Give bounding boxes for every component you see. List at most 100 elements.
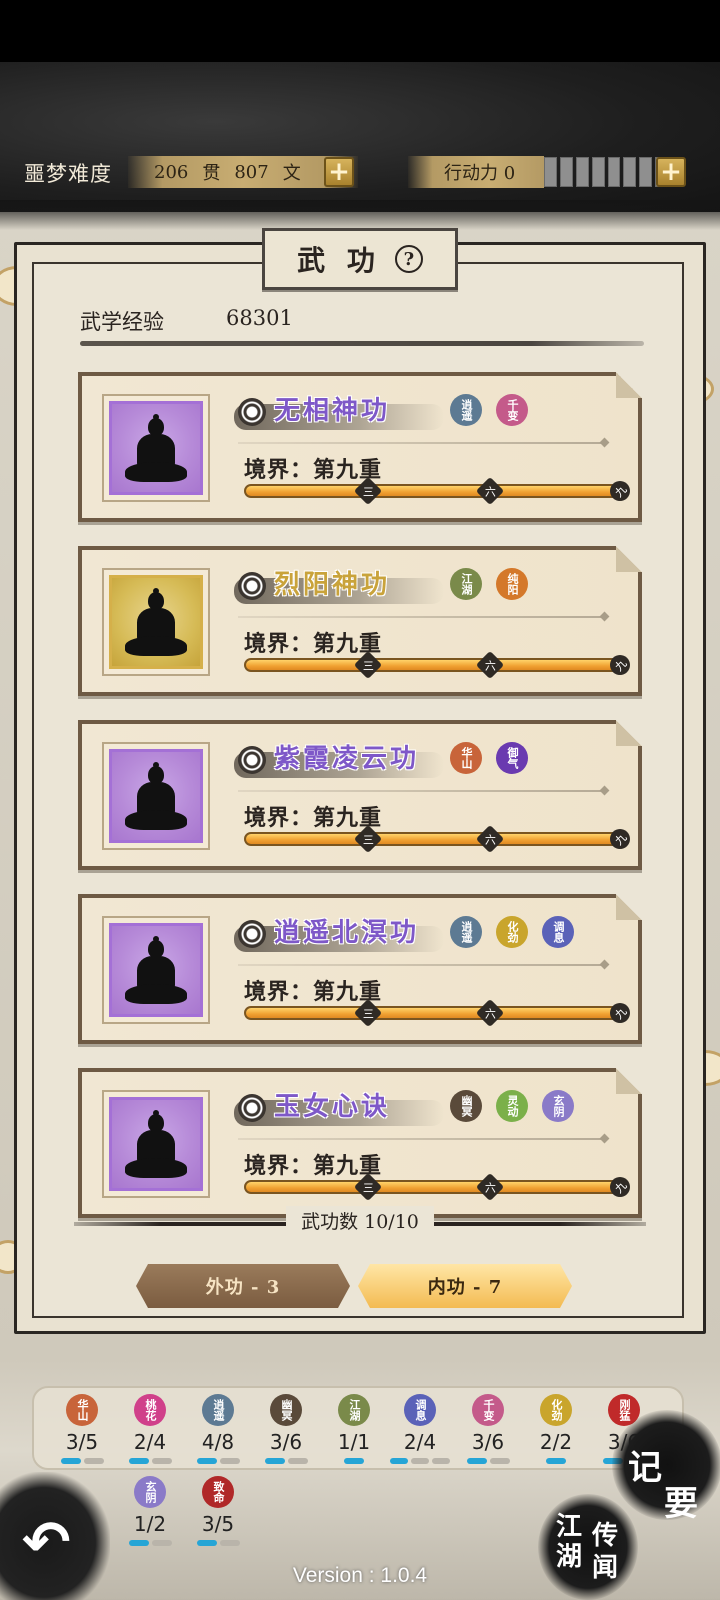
skill-tags: 江湖 纯阳 (450, 568, 528, 600)
page-fold (616, 546, 642, 572)
skill-portrait (102, 742, 210, 850)
skill-realm: 境界：第九重 (244, 1153, 383, 1179)
skill-card[interactable]: 逍遥北溟功 逍遥 化劲 调息 境界：第九重 三 六 九 (78, 894, 642, 1044)
attribute-item[interactable]: 逍遥 4/8 (188, 1394, 248, 1464)
divider (238, 616, 604, 618)
panel-title-text: 武 功 (297, 244, 381, 277)
page-fold (616, 1068, 642, 1094)
attribute-pips (390, 1458, 450, 1464)
divider (238, 964, 604, 966)
inner-skill-icon (238, 572, 266, 600)
attribute-item[interactable]: 桃花 2/4 (120, 1394, 180, 1464)
progress-marker: 九 (610, 829, 630, 849)
progress-marker: 六 (475, 650, 505, 680)
money-wen: 807 (234, 161, 269, 183)
attribute-value: 3/5 (65, 1430, 99, 1454)
status-bar (0, 0, 720, 62)
attribute-item[interactable]: 化劲 2/2 (526, 1394, 586, 1464)
skill-portrait (102, 394, 210, 502)
page-fold (616, 720, 642, 746)
progress-marker: 六 (475, 476, 505, 506)
skill-card[interactable]: 烈阳神功 江湖 纯阳 境界：第九重 三 六 九 (78, 546, 642, 696)
attribute-item[interactable]: 致命 3/5 (188, 1476, 248, 1546)
martial-exp: 武学经验 68301 (80, 306, 644, 346)
skill-realm: 境界：第九重 (244, 631, 383, 657)
skill-portrait (102, 568, 210, 676)
skill-tag-badge: 华山 (450, 742, 482, 774)
skill-portrait (102, 1090, 210, 1198)
skill-tag-badge: 纯阳 (496, 568, 528, 600)
ink-background (0, 62, 720, 230)
add-money-button[interactable]: + (324, 157, 354, 187)
skill-tag-badge: 玄阴 (542, 1090, 574, 1122)
skill-realm: 境界：第九重 (244, 979, 383, 1005)
add-stamina-button[interactable]: + (656, 157, 686, 187)
panel-title: 武 功 ? (262, 228, 458, 290)
skill-realm: 境界：第九重 (244, 805, 383, 831)
realm-progress-bar: 三 六 九 (244, 824, 630, 854)
page-fold (616, 894, 642, 920)
progress-marker: 九 (610, 481, 630, 501)
attribute-badge: 江湖 (338, 1394, 370, 1426)
skill-tags: 华山 御气 (450, 742, 528, 774)
exp-value: 68301 (226, 306, 293, 330)
attribute-item[interactable]: 华山 3/5 (52, 1394, 112, 1464)
skill-tag-badge: 逍遥 (450, 916, 482, 948)
attribute-value: 2/4 (403, 1430, 437, 1454)
version-label: Version : 1.0.4 (292, 1564, 428, 1587)
inner-skills-tab[interactable]: 内功 - 7 (358, 1264, 572, 1308)
progress-marker: 六 (475, 1172, 505, 1202)
skill-tags: 幽冥 灵动 玄阴 (450, 1090, 574, 1122)
skill-tag-badge: 逍遥 (450, 394, 482, 426)
skill-card[interactable]: 玉女心诀 幽冥 灵动 玄阴 境界：第九重 三 六 九 (78, 1068, 642, 1218)
difficulty-label: 噩梦难度 (24, 162, 112, 186)
progress-marker: 九 (610, 1177, 630, 1197)
meditation-figure-icon (125, 1110, 187, 1182)
progress-marker: 九 (610, 1003, 630, 1023)
inner-skill-icon (238, 398, 266, 426)
skill-name: 紫霞凌云功 (274, 744, 420, 774)
divider (238, 790, 604, 792)
skill-tag-badge: 灵动 (496, 1090, 528, 1122)
help-icon[interactable]: ? (394, 245, 423, 273)
skill-tag-badge: 千变 (496, 394, 528, 426)
realm-progress-bar: 三 六 九 (244, 650, 630, 680)
attribute-pips (458, 1458, 518, 1464)
stamina-label: 行动力 0 (408, 156, 544, 188)
realm-progress-bar: 三 六 九 (244, 1172, 630, 1202)
attribute-value: 4/8 (201, 1430, 235, 1454)
attribute-item[interactable]: 江湖 1/1 (324, 1394, 384, 1464)
inner-skill-icon (238, 1094, 266, 1122)
skill-name: 烈阳神功 (274, 570, 391, 600)
realm-progress-bar: 三 六 九 (244, 998, 630, 1028)
skill-tag-badge: 化劲 (496, 916, 528, 948)
meditation-figure-icon (125, 762, 187, 834)
progress-marker: 九 (610, 655, 630, 675)
skill-realm: 境界：第九重 (244, 457, 383, 483)
attribute-pips (188, 1540, 248, 1546)
money-guan-unit: 贯 (202, 163, 221, 184)
attribute-value: 3/6 (269, 1430, 303, 1454)
money-wen-unit: 文 (282, 163, 301, 184)
attribute-badge: 千变 (472, 1394, 504, 1426)
skill-card[interactable]: 无相神功 逍遥 千变 境界：第九重 三 六 九 (78, 372, 642, 522)
attribute-item[interactable]: 幽冥 3/6 (256, 1394, 316, 1464)
attribute-item[interactable]: 玄阴 1/2 (120, 1476, 180, 1546)
attribute-value: 1/2 (133, 1512, 167, 1536)
attribute-badge: 调息 (404, 1394, 436, 1426)
attribute-pips (526, 1458, 586, 1464)
outer-skills-tab[interactable]: 外功 - 3 (136, 1264, 350, 1308)
attribute-item[interactable]: 千变 3/6 (458, 1394, 518, 1464)
attribute-badge: 逍遥 (202, 1394, 234, 1426)
jianghu-label: 江湖 (556, 1512, 583, 1572)
skill-name: 无相神功 (274, 396, 391, 426)
attribute-badge: 玄阴 (134, 1476, 166, 1508)
attribute-item[interactable]: 调息 2/4 (390, 1394, 450, 1464)
skill-tags: 逍遥 千变 (450, 394, 528, 426)
notes-label-1: 记 (628, 1448, 662, 1488)
attribute-value: 2/4 (133, 1430, 167, 1454)
skill-card[interactable]: 紫霞凌云功 华山 御气 境界：第九重 三 六 九 (78, 720, 642, 870)
skill-portrait (102, 916, 210, 1024)
attribute-badge: 桃花 (134, 1394, 166, 1426)
inner-skill-icon (238, 746, 266, 774)
